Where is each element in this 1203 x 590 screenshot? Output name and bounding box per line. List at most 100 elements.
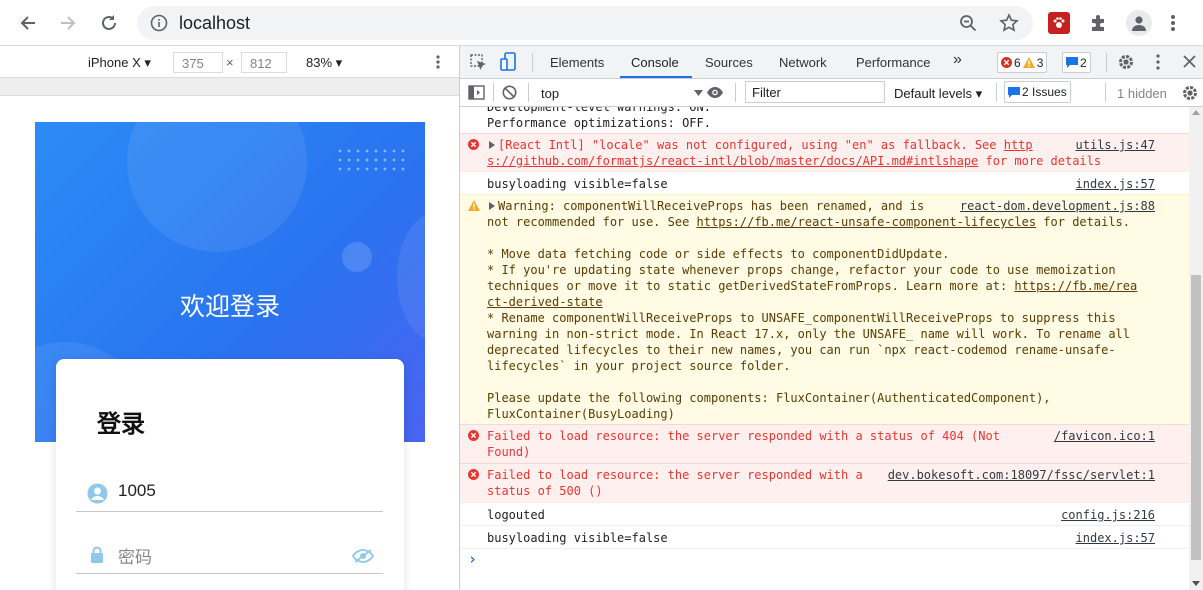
- sidebar-toggle-icon[interactable]: [468, 85, 485, 100]
- more-vert-icon[interactable]: [1156, 54, 1160, 70]
- tab-sources[interactable]: Sources: [705, 55, 753, 70]
- separator: [1106, 53, 1107, 72]
- message-icon: [1066, 57, 1078, 68]
- emulated-page: 欢迎登录 登录 1005 密码: [35, 122, 425, 590]
- extensions-puzzle-icon[interactable]: [1088, 12, 1110, 34]
- tab-elements[interactable]: Elements: [550, 55, 604, 70]
- context-select[interactable]: top: [541, 86, 559, 101]
- device-toolbar-icon[interactable]: [500, 52, 517, 72]
- password-placeholder: 密码: [118, 548, 152, 567]
- info-icon[interactable]: [150, 14, 168, 32]
- console-toolbar: top Filter Default levels ▾ 2 Issues 1 h…: [460, 79, 1203, 107]
- source-link[interactable]: utils.js:47: [1076, 137, 1155, 153]
- filter-input[interactable]: Filter: [745, 81, 885, 103]
- source-link[interactable]: config.js:216: [1061, 507, 1155, 523]
- console-error: [React Intl] "locale" was not configured…: [460, 133, 1189, 171]
- dimension-separator: ×: [226, 55, 234, 70]
- decor-circle: [342, 242, 372, 272]
- login-title: 登录: [97, 411, 145, 438]
- clear-console-icon[interactable]: [502, 85, 517, 100]
- console-message: busyloading visible=false index.js:57: [460, 171, 1189, 194]
- close-icon[interactable]: [1183, 55, 1196, 68]
- separator: [493, 83, 494, 102]
- source-link[interactable]: index.js:57: [1076, 176, 1155, 192]
- expand-triangle-icon[interactable]: [489, 202, 495, 210]
- separator: [528, 83, 529, 102]
- warning-icon: [1022, 57, 1035, 68]
- scrollbar-thumb[interactable]: [1191, 275, 1201, 560]
- username-value: 1005: [118, 481, 156, 500]
- zoom-select[interactable]: 83% ▾: [306, 55, 342, 71]
- device-height-input[interactable]: 812: [241, 52, 287, 73]
- link[interactable]: http: [1004, 138, 1033, 152]
- back-button[interactable]: [14, 9, 42, 37]
- reload-button[interactable]: [95, 9, 123, 37]
- more-vert-icon[interactable]: [436, 55, 440, 69]
- decor-circle: [127, 122, 307, 252]
- issues-button[interactable]: 2 Issues: [1004, 81, 1071, 103]
- source-link[interactable]: /favicon.ico:1: [1054, 428, 1155, 444]
- scroll-up-icon[interactable]: [1192, 110, 1200, 115]
- browser-menu-button[interactable]: [1163, 12, 1183, 34]
- console-message: logouted config.js:216: [460, 502, 1189, 525]
- link[interactable]: s://github.com/formatjs/react-intl/blob/…: [487, 154, 978, 168]
- console-message: Development-level warnings: ON. Performa…: [460, 107, 1189, 133]
- chevron-down-icon[interactable]: [694, 90, 703, 96]
- source-link[interactable]: react-dom.development.js:88: [960, 198, 1155, 214]
- console-error: Failed to load resource: the server resp…: [460, 424, 1189, 463]
- warning-icon: [468, 200, 480, 211]
- separator: [996, 83, 997, 102]
- error-icon: [468, 430, 479, 441]
- eye-hidden-icon[interactable]: [351, 548, 375, 564]
- decor-dots: [338, 149, 405, 171]
- scroll-down-icon[interactable]: [1192, 581, 1200, 586]
- expand-triangle-icon[interactable]: [489, 141, 495, 149]
- issues-counter[interactable]: 6 3: [997, 52, 1048, 73]
- tab-console[interactable]: Console: [631, 55, 679, 70]
- login-card: 登录 1005 密码: [56, 359, 404, 590]
- more-vert-icon: [1171, 15, 1175, 31]
- console-message: busyloading visible=false index.js:57: [460, 525, 1189, 548]
- link[interactable]: https://fb.me/react-unsafe-component-lif…: [697, 215, 1037, 229]
- console-warning: Warning: componentWillReceiveProps has b…: [460, 194, 1189, 424]
- error-count: 6: [1014, 55, 1021, 70]
- message-count: 2: [1080, 55, 1087, 70]
- address-bar[interactable]: localhost: [137, 6, 1033, 40]
- warning-count: 3: [1036, 55, 1044, 70]
- console-scrollbar[interactable]: [1189, 107, 1203, 590]
- devtools-tabbar: Elements Console Sources Network Perform…: [460, 46, 1203, 79]
- active-tab-indicator: [620, 76, 692, 78]
- link[interactable]: ct-derived-state: [487, 295, 603, 309]
- messages-counter[interactable]: 2: [1062, 52, 1091, 73]
- browser-toolbar: localhost: [0, 0, 1203, 46]
- link[interactable]: https://fb.me/rea: [1014, 279, 1137, 293]
- gear-icon[interactable]: [1181, 84, 1199, 102]
- arrow-left-icon: [20, 16, 35, 30]
- console-log: Development-level warnings: ON. Performa…: [460, 107, 1189, 590]
- log-levels-select[interactable]: Default levels ▾: [894, 86, 982, 102]
- star-icon[interactable]: [999, 13, 1019, 33]
- password-field[interactable]: 密码: [76, 534, 383, 574]
- eye-icon[interactable]: [706, 86, 724, 99]
- inspect-element-icon[interactable]: [470, 54, 487, 71]
- username-field[interactable]: 1005: [76, 472, 383, 512]
- tab-network[interactable]: Network: [779, 55, 827, 70]
- profile-avatar[interactable]: [1126, 10, 1152, 36]
- user-icon: [1132, 16, 1146, 31]
- forward-button[interactable]: [54, 9, 82, 37]
- separator: [1105, 83, 1106, 102]
- devtools-pane: Elements Console Sources Network Perform…: [460, 46, 1203, 590]
- device-width-input[interactable]: 375: [173, 52, 223, 73]
- error-icon: [468, 139, 479, 150]
- gear-icon[interactable]: [1117, 53, 1135, 71]
- device-select[interactable]: iPhone X ▾: [88, 55, 151, 71]
- source-link[interactable]: index.js:57: [1076, 530, 1155, 546]
- hidden-count: 1 hidden: [1117, 86, 1167, 101]
- tab-performance[interactable]: Performance: [856, 55, 930, 70]
- extension-icon[interactable]: [1048, 12, 1070, 34]
- source-link[interactable]: dev.bokesoft.com:18097/fssc/servlet:1: [888, 467, 1155, 483]
- more-tabs-button[interactable]: »: [953, 51, 962, 69]
- arrow-right-icon: [61, 16, 76, 30]
- console-prompt[interactable]: ›: [460, 548, 1189, 590]
- zoom-icon[interactable]: [959, 14, 977, 32]
